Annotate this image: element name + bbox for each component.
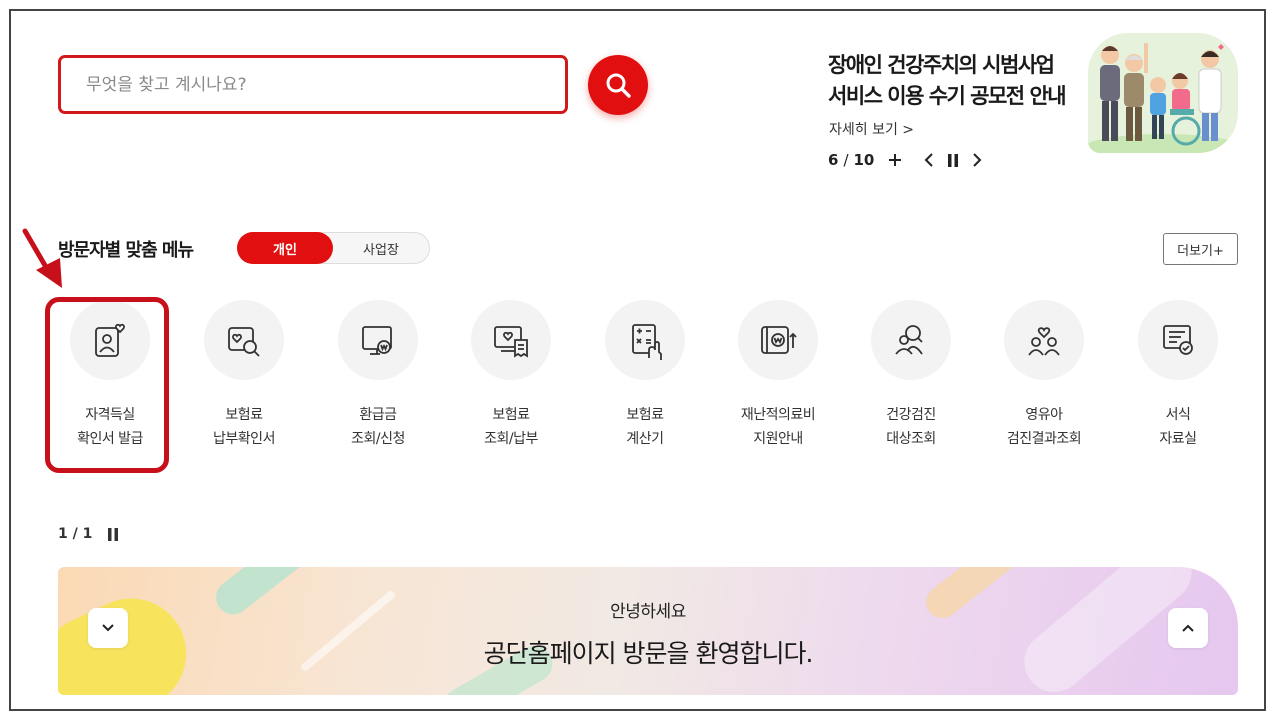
pause-icon bbox=[108, 527, 119, 541]
banner-title[interactable]: 장애인 건강주치의 시범사업 서비스 이용 수기 공모전 안내 bbox=[828, 50, 1098, 112]
menu-item-premium-payment[interactable]: 보험료 조회/납부 bbox=[444, 300, 578, 451]
welcome-message: 공단홈페이지 방문을 환영합니다. bbox=[483, 639, 814, 668]
chevron-right-icon bbox=[973, 153, 982, 167]
menu-item-icon-circle bbox=[204, 300, 284, 380]
tab-individual[interactable]: 개인 bbox=[237, 232, 333, 264]
menu-item-icon-circle bbox=[1004, 300, 1084, 380]
banner-next-button[interactable] bbox=[972, 153, 982, 167]
menu-item-icon-circle bbox=[605, 300, 685, 380]
family-heart-icon bbox=[1028, 327, 1060, 356]
banner-title-line1: 장애인 건강주치의 시범사업 bbox=[828, 53, 1055, 77]
menu-item-label: 건강검진 대상조회 bbox=[844, 403, 978, 451]
menu-item-icon-circle bbox=[338, 300, 418, 380]
expand-down-button[interactable] bbox=[88, 608, 128, 648]
search-input[interactable] bbox=[61, 58, 565, 111]
menu-item-infant-checkup-results[interactable]: 영유아 검진결과조회 bbox=[977, 300, 1111, 451]
menu-pager: 1 / 1 bbox=[58, 526, 119, 542]
menu-item-icon-circle bbox=[1138, 300, 1218, 380]
menu-item-label: 환급금 조회/신청 bbox=[311, 403, 445, 451]
menu-item-label-line2: 조회/납부 bbox=[484, 431, 538, 447]
banner-prev-button[interactable] bbox=[924, 153, 934, 167]
menu-item-label: 보험료 계산기 bbox=[578, 403, 712, 451]
pause-icon bbox=[948, 153, 959, 167]
menu-title: 방문자별 맞춤 메뉴 bbox=[58, 240, 194, 261]
menu-item-label: 보험료 납부확인서 bbox=[177, 403, 311, 451]
menu-item-label-line1: 환급금 bbox=[359, 407, 397, 423]
banner-more-link[interactable]: 자세히 보기 > bbox=[829, 119, 914, 139]
banner-add-button[interactable] bbox=[888, 153, 902, 167]
monitor-won-icon bbox=[362, 326, 392, 355]
menu-item-premium-calculator[interactable]: 보험료 계산기 bbox=[578, 300, 712, 451]
menu-item-health-checkup-target[interactable]: 건강검진 대상조회 bbox=[844, 300, 978, 451]
menu-item-refund-inquiry[interactable]: 환급금 조회/신청 bbox=[311, 300, 445, 451]
menu-item-label-line2: 검진결과조회 bbox=[1006, 431, 1082, 447]
banner-controls: 6 / 10 bbox=[828, 150, 982, 170]
menu-pager-text: 1 / 1 bbox=[58, 526, 93, 542]
menu-item-label: 재난적의료비 지원안내 bbox=[711, 403, 845, 451]
menu-pause-button[interactable] bbox=[108, 527, 119, 541]
menu-item-label: 보험료 조회/납부 bbox=[444, 403, 578, 451]
menu-item-label: 서식 자료실 bbox=[1111, 403, 1245, 451]
people-search-icon bbox=[895, 325, 923, 355]
welcome-greeting: 안녕하세요 bbox=[610, 602, 686, 622]
menu-item-forms-library[interactable]: 서식 자료실 bbox=[1111, 300, 1245, 451]
won-support-icon bbox=[761, 326, 797, 354]
menu-item-label: 영유아 검진결과조회 bbox=[977, 403, 1111, 451]
form-document-icon bbox=[1163, 325, 1193, 355]
search-box[interactable] bbox=[58, 55, 568, 114]
document-search-icon bbox=[228, 327, 260, 357]
more-button[interactable]: 더보기+ bbox=[1163, 233, 1238, 265]
plus-icon bbox=[889, 154, 902, 166]
menu-item-label-line1: 서식 bbox=[1165, 407, 1191, 423]
menu-item-label-line2: 자료실 bbox=[1159, 431, 1197, 447]
search-button[interactable] bbox=[588, 55, 648, 115]
chevron-up-icon bbox=[1182, 624, 1194, 632]
menu-item-label-line2: 조회/신청 bbox=[351, 431, 405, 447]
menu-item-label-line1: 재난적의료비 bbox=[740, 407, 816, 423]
banner-pause-button[interactable] bbox=[948, 153, 959, 167]
welcome-banner: 안녕하세요 공단홈페이지 방문을 환영합니다. bbox=[58, 567, 1238, 695]
menu-item-label-line1: 보험료 bbox=[492, 407, 530, 423]
banner-current-page: 6 bbox=[828, 151, 839, 169]
computer-receipt-icon bbox=[494, 326, 528, 358]
menu-item-label-line1: 영유아 bbox=[1025, 407, 1063, 423]
menu-item-label-line2: 대상조회 bbox=[886, 431, 936, 447]
menu-item-icon-circle bbox=[738, 300, 818, 380]
banner-illustration[interactable] bbox=[1088, 33, 1238, 153]
menu-item-label-line1: 보험료 bbox=[626, 407, 664, 423]
menu-item-label-line1: 건강검진 bbox=[886, 407, 936, 423]
menu-item-label-line2: 지원안내 bbox=[753, 431, 803, 447]
family-illustration-icon bbox=[1088, 43, 1238, 153]
calculator-icon bbox=[632, 324, 662, 360]
menu-item-label-line2: 납부확인서 bbox=[213, 431, 275, 447]
collapse-up-button[interactable] bbox=[1168, 608, 1208, 648]
search-icon bbox=[606, 73, 631, 98]
chevron-down-icon bbox=[102, 624, 114, 632]
banner-page-separator: / bbox=[843, 151, 849, 169]
banner-total-pages: 10 bbox=[853, 151, 875, 169]
menu-item-icon-circle bbox=[871, 300, 951, 380]
tab-business[interactable]: 사업장 bbox=[333, 233, 429, 263]
menu-item-label-line1: 보험료 bbox=[225, 407, 263, 423]
visitor-type-toggle: 개인 사업장 bbox=[237, 232, 430, 264]
banner-title-line2: 서비스 이용 수기 공모전 안내 bbox=[828, 84, 1067, 108]
menu-item-catastrophic-medical-support[interactable]: 재난적의료비 지원안내 bbox=[711, 300, 845, 451]
menu-item-payment-certificate[interactable]: 보험료 납부확인서 bbox=[177, 300, 311, 451]
menu-item-icon-circle bbox=[471, 300, 551, 380]
highlight-box bbox=[45, 297, 169, 473]
chevron-left-icon bbox=[924, 153, 934, 167]
menu-item-label-line2: 계산기 bbox=[626, 431, 664, 447]
